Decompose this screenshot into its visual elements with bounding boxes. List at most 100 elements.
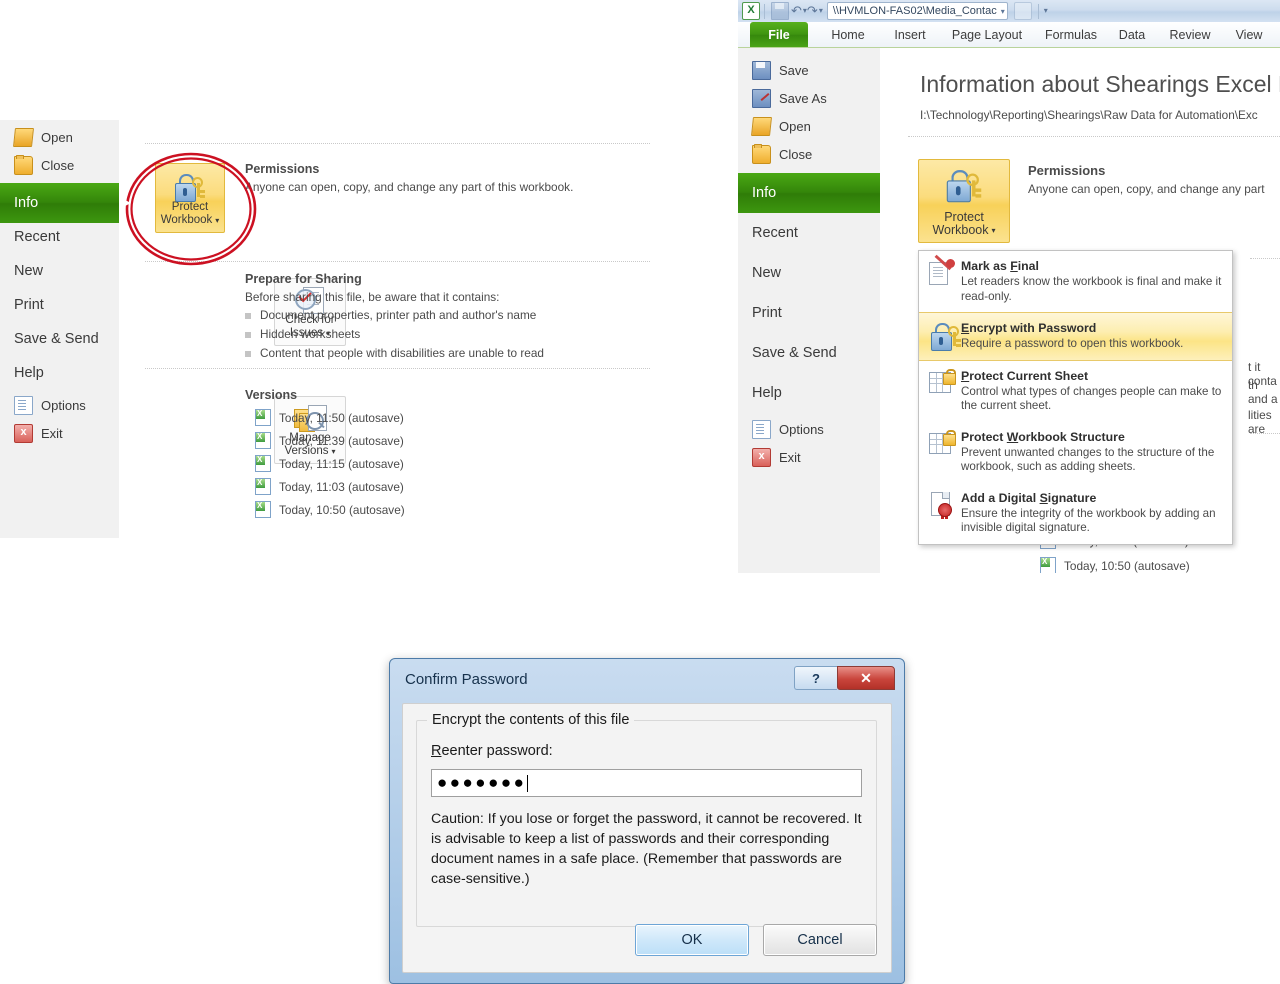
excel-file-icon xyxy=(255,478,271,495)
bullet-icon xyxy=(245,312,251,319)
list-item: Document properties, printer path and au… xyxy=(245,308,544,327)
sidebar-item-exit[interactable]: x Exit xyxy=(738,443,880,471)
sidebar-item-options[interactable]: Options xyxy=(0,391,119,419)
sidebar-item-help[interactable]: Help xyxy=(738,373,880,413)
menu-item-description: Ensure the integrity of the workbook by … xyxy=(961,506,1216,535)
prepare-heading: Prepare for Sharing xyxy=(245,272,362,286)
sidebar-item-save-as[interactable]: Save As xyxy=(738,84,880,112)
cancel-button[interactable]: Cancel xyxy=(763,924,877,956)
divider xyxy=(1037,3,1039,19)
redo-icon[interactable]: ↷ xyxy=(807,3,818,19)
sidebar-item-info[interactable]: Info xyxy=(738,173,892,213)
digital-signature-icon xyxy=(929,491,961,521)
sidebar-item-label: Close xyxy=(779,146,813,162)
tab-view[interactable]: View xyxy=(1225,22,1273,47)
sidebar-item-help[interactable]: Help xyxy=(0,353,119,393)
save-icon[interactable] xyxy=(771,2,789,20)
permissions-text: Anyone can open, copy, and change any pa… xyxy=(1028,182,1265,196)
sidebar-item-open[interactable]: Open xyxy=(0,123,119,151)
sidebar-item-label: Open xyxy=(779,118,811,134)
menu-item-title: Protect Current Sheet xyxy=(961,368,1089,383)
list-item[interactable]: Today, 11:39 (autosave) xyxy=(255,429,405,452)
customize-quick-access-icon[interactable] xyxy=(1013,2,1032,20)
excel-file-icon xyxy=(255,501,271,518)
folder-open-icon xyxy=(13,127,34,147)
protect-workbook-label-line2: Workbook xyxy=(932,223,989,237)
confirm-password-dialog: Confirm Password ? ✕ Encrypt the content… xyxy=(389,658,905,984)
document-path: I:\Technology\Reporting\Shearings\Raw Da… xyxy=(920,108,1258,122)
menu-item-mark-as-final[interactable]: Mark as Final Let readers know the workb… xyxy=(919,251,1232,312)
sidebar-item-options[interactable]: Options xyxy=(738,415,880,443)
tab-home[interactable]: Home xyxy=(818,22,878,47)
sidebar-item-exit[interactable]: x Exit xyxy=(0,419,119,447)
protect-structure-icon xyxy=(929,429,961,460)
dialog-title: Confirm Password xyxy=(405,671,528,688)
sidebar-item-save-and-send[interactable]: Save & Send xyxy=(738,333,880,373)
document-name-box[interactable]: \\HVMLON-FAS02\Media_Contac ▾ xyxy=(826,2,1008,20)
left-backstage-sidebar: Open Close Info Recent New Print Save & … xyxy=(0,120,131,538)
menu-item-add-digital-signature[interactable]: Add a Digital Signature Ensure the integ… xyxy=(919,483,1232,544)
protect-workbook-button[interactable]: Protect Workbook ▾ xyxy=(155,163,225,233)
sidebar-item-close[interactable]: Close xyxy=(0,151,119,179)
tab-file[interactable]: File xyxy=(750,22,808,47)
encrypt-password-icon xyxy=(929,321,961,351)
sidebar-item-label: Info xyxy=(14,195,39,211)
page-title: Information about Shearings Excel Re xyxy=(920,71,1280,97)
list-item[interactable]: Today, 11:15 (autosave) xyxy=(255,452,405,475)
list-item: Hidden worksheets xyxy=(245,327,544,346)
sidebar-item-new[interactable]: New xyxy=(738,253,880,293)
chevron-down-icon[interactable]: ▾ xyxy=(1001,7,1005,16)
mark-as-final-icon xyxy=(929,254,961,289)
tab-insert[interactable]: Insert xyxy=(881,22,939,47)
protect-workbook-label-line2: Workbook xyxy=(160,214,213,226)
prepare-text-fragment: lities are xyxy=(1248,408,1272,436)
list-item: Content that people with disabilities ar… xyxy=(245,346,544,365)
sidebar-item-label: Open xyxy=(41,129,73,145)
divider-top xyxy=(908,136,1280,137)
menu-item-description: Require a password to open this workbook… xyxy=(961,337,1184,350)
sidebar-item-label: Save & Send xyxy=(752,345,837,361)
password-value: ●●●●●●● xyxy=(437,773,527,792)
sidebar-item-open[interactable]: Open xyxy=(738,112,880,140)
sidebar-item-close[interactable]: Close xyxy=(738,140,880,168)
list-item[interactable]: Today, 10:50 (autosave) xyxy=(255,498,405,521)
bullet-icon xyxy=(245,331,251,338)
list-item[interactable]: Today, 10:50 (autosave) xyxy=(1040,553,1190,573)
sidebar-item-recent[interactable]: Recent xyxy=(738,213,880,253)
dialog-actions: OK Cancel xyxy=(635,924,877,956)
ok-button[interactable]: OK xyxy=(635,924,749,956)
undo-icon[interactable]: ↶ xyxy=(791,3,802,19)
menu-item-protect-current-sheet[interactable]: Protect Current Sheet Control what types… xyxy=(919,361,1232,422)
options-icon xyxy=(752,419,771,439)
sidebar-item-save[interactable]: Save xyxy=(738,56,880,84)
menu-item-encrypt-with-password[interactable]: Encrypt with Password Require a password… xyxy=(919,312,1232,361)
chevron-down-icon: ▾ xyxy=(215,216,220,225)
protect-workbook-label-line1: Protect xyxy=(171,201,209,213)
excel-file-icon xyxy=(255,432,271,449)
menu-item-title: Encrypt with Password xyxy=(961,321,1097,335)
left-info-pane: Protect Workbook ▾ Permissions Anyone ca… xyxy=(119,120,660,538)
tab-formulas[interactable]: Formulas xyxy=(1035,22,1107,47)
menu-item-protect-workbook-structure[interactable]: Protect Workbook Structure Prevent unwan… xyxy=(919,422,1232,483)
prepare-text-fragment: th and a xyxy=(1248,378,1278,406)
tab-page-layout[interactable]: Page Layout xyxy=(941,22,1033,47)
tab-review[interactable]: Review xyxy=(1157,22,1223,47)
sidebar-item-print[interactable]: Print xyxy=(738,293,880,333)
group-legend: Encrypt the contents of this file xyxy=(427,712,635,728)
close-button[interactable]: ✕ xyxy=(837,666,895,690)
password-input[interactable]: ●●●●●●● xyxy=(431,769,862,797)
list-item[interactable]: Today, 11:03 (autosave) xyxy=(255,475,405,498)
help-button[interactable]: ? xyxy=(794,666,837,690)
document-name: \\HVMLON-FAS02\Media_Contac xyxy=(832,5,997,17)
prepare-text: Before sharing this file, be aware that … xyxy=(245,290,500,304)
list-item[interactable]: Today, 11:50 (autosave) xyxy=(255,406,405,429)
sidebar-item-label: Print xyxy=(752,305,782,321)
protect-workbook-button[interactable]: Protect Workbook ▾ xyxy=(918,159,1010,243)
menu-item-title: Protect Workbook Structure xyxy=(961,429,1125,444)
more-icon[interactable]: ▾ xyxy=(1044,2,1048,20)
redo-dropdown-icon[interactable]: ▾ xyxy=(819,2,823,20)
backstage-sidebar: Save Save As Open Close Info Recent New … xyxy=(738,48,892,573)
divider-middle xyxy=(1250,258,1280,259)
lock-key-icon xyxy=(919,170,1009,203)
tab-data[interactable]: Data xyxy=(1109,22,1155,47)
